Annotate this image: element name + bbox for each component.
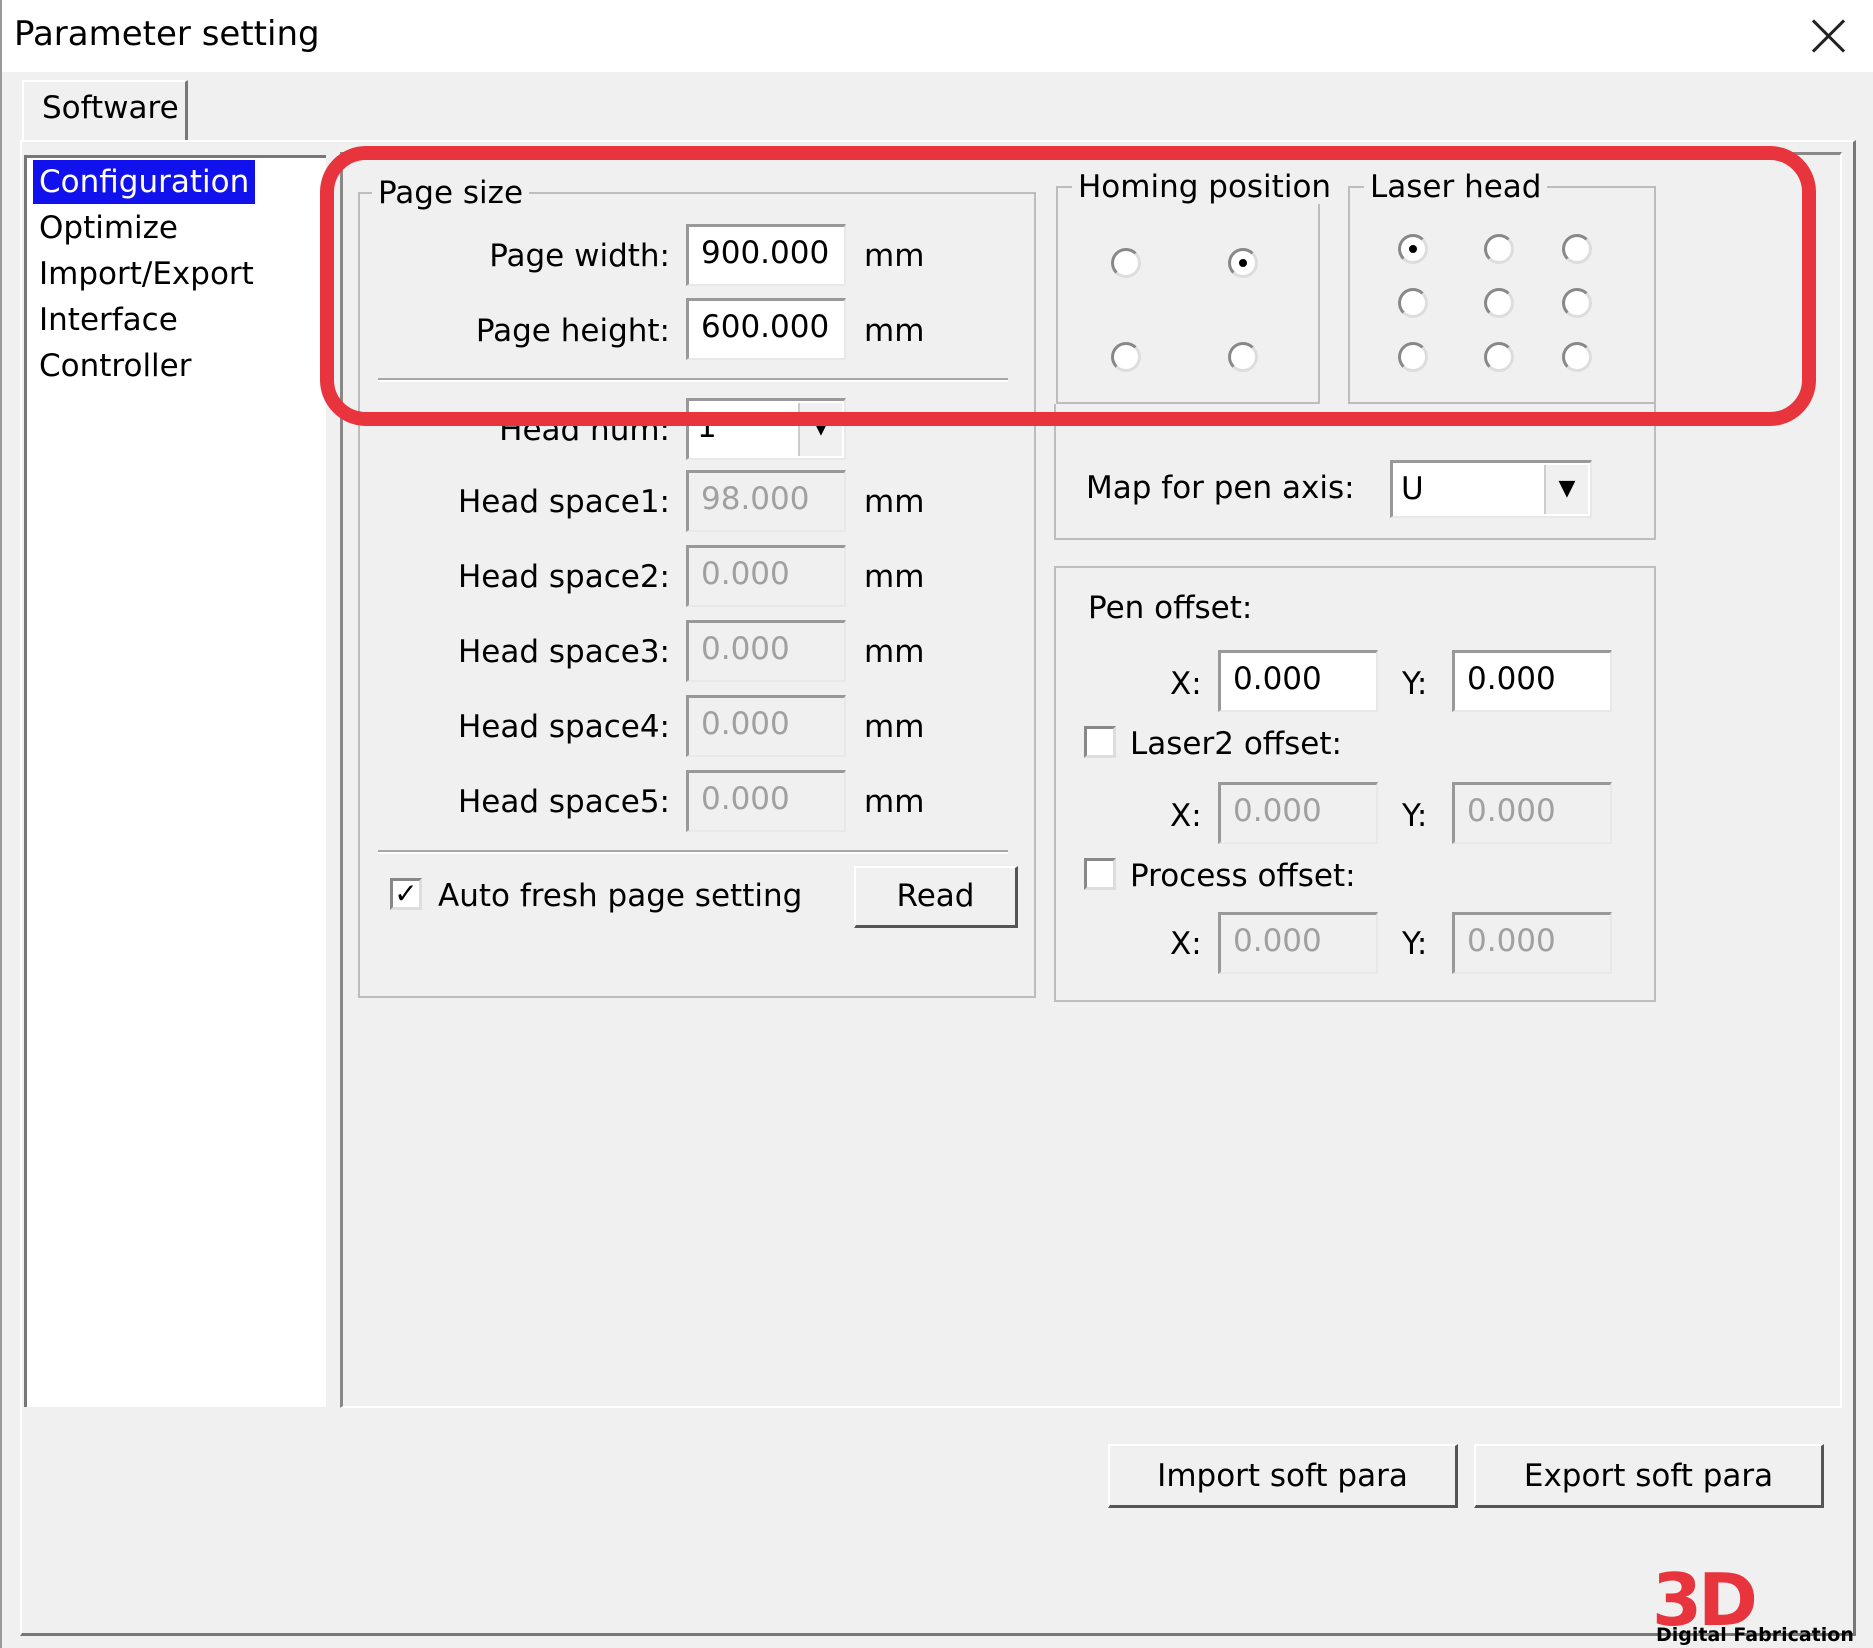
pen-offset-y-label: Y: bbox=[1402, 666, 1428, 702]
close-icon[interactable] bbox=[1807, 14, 1851, 58]
head-space3-input[interactable]: 0.000 bbox=[686, 620, 846, 682]
heads-divider bbox=[378, 850, 1008, 854]
pen-offset-x-input[interactable]: 0.000 bbox=[1218, 650, 1378, 712]
process-offset-label: Process offset: bbox=[1130, 858, 1356, 894]
logo: 3D Digital Fabrication bbox=[1652, 1562, 1872, 1648]
head-space2-label: Head space2: bbox=[457, 559, 670, 595]
process-offset-checkbox[interactable] bbox=[1084, 858, 1116, 890]
head-space5-unit: mm bbox=[864, 784, 925, 820]
process-offset-x-input[interactable]: 0.000 bbox=[1218, 912, 1378, 974]
tree-item-controller[interactable]: Controller bbox=[33, 344, 198, 388]
tree-item-import-export[interactable]: Import/Export bbox=[33, 252, 260, 296]
window-title: Parameter setting bbox=[14, 14, 320, 54]
head-space4-unit: mm bbox=[864, 709, 925, 745]
process-offset-y-label: Y: bbox=[1402, 926, 1428, 962]
logo-text: Digital Fabrication bbox=[1656, 1624, 1854, 1646]
laser2-offset-y-input[interactable]: 0.000 bbox=[1452, 782, 1612, 844]
head-space2-input[interactable]: 0.000 bbox=[686, 545, 846, 607]
laser2-offset-checkbox[interactable] bbox=[1084, 726, 1116, 758]
tree-item-interface[interactable]: Interface bbox=[33, 298, 184, 342]
laser2-offset-y-label: Y: bbox=[1402, 798, 1428, 834]
read-button[interactable]: Read bbox=[854, 866, 1018, 928]
laser2-offset-x-input[interactable]: 0.000 bbox=[1218, 782, 1378, 844]
auto-fresh-label: Auto fresh page setting bbox=[438, 878, 803, 914]
pen-axis-value: U bbox=[1401, 471, 1424, 507]
head-space1-label: Head space1: bbox=[457, 484, 670, 520]
check-icon: ✓ bbox=[394, 877, 418, 910]
head-space5-input[interactable]: 0.000 bbox=[686, 770, 846, 832]
title-bar: Parameter setting bbox=[2, 0, 1873, 72]
head-space4-input[interactable]: 0.000 bbox=[686, 695, 846, 757]
laser2-offset-x-label: X: bbox=[1170, 798, 1202, 834]
head-space5-label: Head space5: bbox=[457, 784, 670, 820]
head-space4-label: Head space4: bbox=[457, 709, 670, 745]
head-space2-unit: mm bbox=[864, 559, 925, 595]
process-offset-y-input[interactable]: 0.000 bbox=[1452, 912, 1612, 974]
pen-axis-select[interactable]: U ▼ bbox=[1390, 460, 1592, 518]
head-space1-unit: mm bbox=[864, 484, 925, 520]
parameter-setting-window: Parameter setting Software Configuration… bbox=[0, 0, 1873, 1648]
import-soft-para-button[interactable]: Import soft para bbox=[1108, 1444, 1458, 1508]
head-space3-unit: mm bbox=[864, 634, 925, 670]
tree-item-optimize[interactable]: Optimize bbox=[33, 206, 184, 250]
process-offset-x-label: X: bbox=[1170, 926, 1202, 962]
highlight-box bbox=[320, 146, 1816, 426]
head-space1-input[interactable]: 98.000 bbox=[686, 470, 846, 532]
head-space3-label: Head space3: bbox=[457, 634, 670, 670]
chevron-down-icon[interactable]: ▼ bbox=[1544, 465, 1588, 514]
pen-offset-x-label: X: bbox=[1170, 666, 1202, 702]
pen-offset-label: Pen offset: bbox=[1088, 590, 1253, 626]
export-soft-para-button[interactable]: Export soft para bbox=[1474, 1444, 1824, 1508]
pen-axis-label: Map for pen axis: bbox=[1086, 470, 1355, 506]
settings-tree: Configuration Optimize Import/Export Int… bbox=[24, 155, 326, 1407]
laser2-offset-label: Laser2 offset: bbox=[1130, 726, 1342, 762]
tab-software[interactable]: Software bbox=[22, 80, 188, 142]
auto-fresh-checkbox[interactable]: ✓ bbox=[390, 878, 422, 910]
pen-offset-y-input[interactable]: 0.000 bbox=[1452, 650, 1612, 712]
tree-item-configuration[interactable]: Configuration bbox=[33, 160, 256, 204]
